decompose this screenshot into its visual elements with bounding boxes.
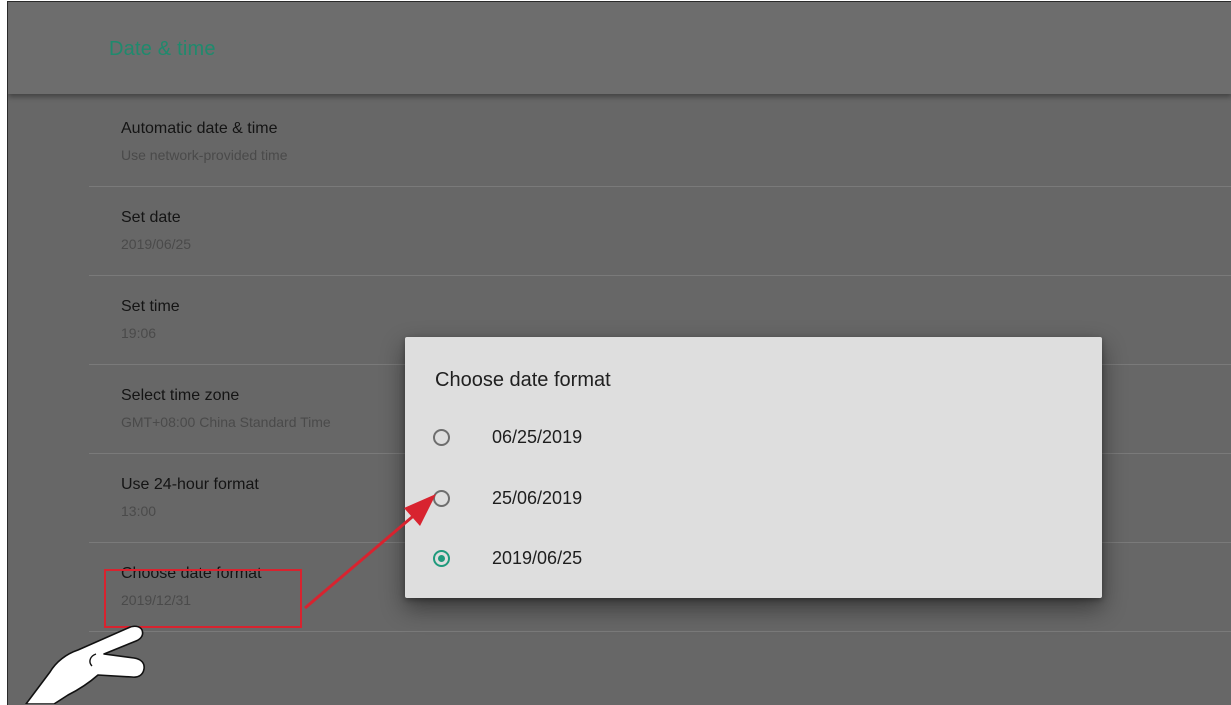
page-title: Date & time: [109, 38, 216, 60]
date-format-dialog: Choose date format 06/25/2019 25/06/2019…: [405, 337, 1102, 598]
setting-summary: 19:06: [121, 325, 157, 341]
setting-summary: Use network-provided time: [121, 147, 288, 163]
setting-title: Select time zone: [121, 387, 240, 404]
dialog-title: Choose date format: [435, 369, 611, 391]
setting-automatic-date-time[interactable]: Automatic date & time Use network-provid…: [89, 98, 1231, 187]
setting-set-date[interactable]: Set date 2019/06/25: [89, 187, 1231, 276]
setting-title: Automatic date & time: [121, 120, 278, 137]
radio-unchecked-icon[interactable]: [433, 489, 450, 507]
date-format-option-mdy[interactable]: 06/25/2019: [433, 417, 1073, 457]
radio-unchecked-icon[interactable]: [433, 428, 450, 446]
option-label: 2019/06/25: [492, 547, 583, 568]
app-bar: Date & time: [8, 2, 1231, 94]
setting-summary: 13:00: [121, 503, 157, 519]
setting-title: Use 24-hour format: [121, 476, 259, 493]
date-format-option-ymd[interactable]: 2019/06/25: [433, 538, 1073, 578]
setting-title: Set time: [121, 298, 180, 315]
annotation-highlight-box: [104, 569, 302, 628]
date-format-option-dmy[interactable]: 25/06/2019: [433, 478, 1073, 518]
setting-summary: 2019/06/25: [121, 236, 192, 252]
radio-checked-icon[interactable]: [433, 549, 450, 567]
setting-title: Set date: [121, 209, 181, 226]
setting-summary: GMT+08:00 China Standard Time: [121, 414, 331, 430]
option-label: 25/06/2019: [492, 487, 583, 508]
option-label: 06/25/2019: [492, 426, 583, 447]
